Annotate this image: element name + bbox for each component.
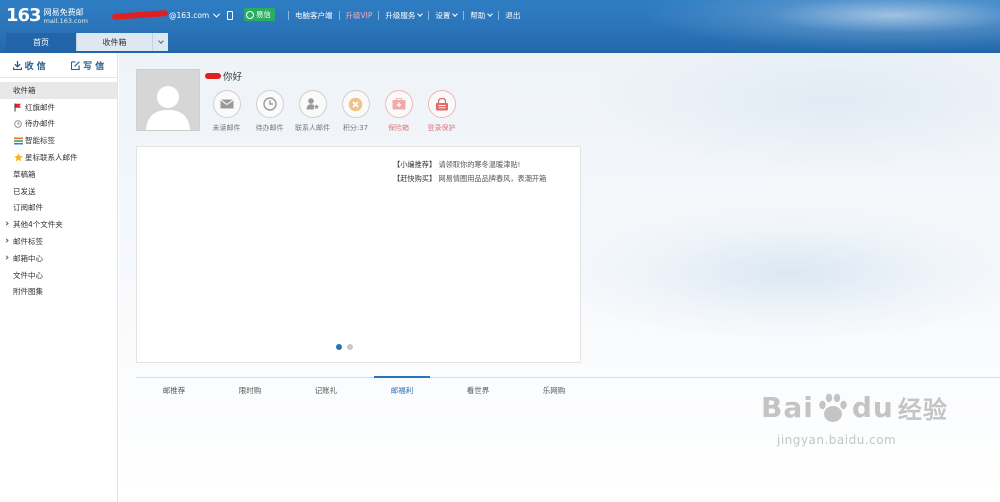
nav-divider [378,10,380,20]
phone-icon[interactable] [227,10,234,20]
bottom-tab-see-world[interactable]: 看世界 [440,378,516,401]
nav-desktop-client[interactable]: 电脑客户端 [295,10,333,21]
folder-sent[interactable]: 已发送 [0,183,117,200]
folder-other-folders[interactable]: 其他4个文件夹 [0,216,117,233]
nav-divider [288,10,289,20]
folder-mailbox-center[interactable]: 邮箱中心 [0,250,117,267]
account-menu[interactable]: @163.com [111,9,234,21]
write-label: 写 信 [83,61,105,72]
promo-panel[interactable]: 【小编推荐】 请领取你的寒冬温暖津贴! 【赶快购买】 网易情圈用品品牌春风，表潮… [136,146,581,363]
carousel-dot-1[interactable] [336,344,342,350]
tab-inbox[interactable]: 收件箱 [76,33,152,51]
bottom-tab-shopping[interactable]: 乐网购 [516,378,592,401]
bottom-tab-mail-benefits[interactable]: 邮福利 [364,376,440,401]
envelope-icon [219,99,234,109]
edit-icon [71,60,80,70]
red-flag-icon [13,102,23,112]
write-button[interactable]: 写 信 [59,59,118,72]
receive-label: 收 信 [24,61,46,72]
chevron-down-icon [213,10,221,18]
quick-unread-mail[interactable]: 未读邮件 [205,90,248,133]
redacted-username [205,73,221,79]
logo-domain: mail.163.com [43,17,88,25]
nav-logout[interactable]: 退出 [505,10,520,21]
tab-dropdown-button[interactable] [152,33,168,51]
nav-help[interactable]: 帮助 [470,10,492,21]
folder-mail-tags[interactable]: 邮件标签 [0,233,117,250]
quick-actions: 未读邮件 待办邮件 联系人邮件 积分:37 保险箱 登录保护 [205,90,463,133]
quick-safe-box[interactable]: 保险箱 [377,90,420,133]
background-cloud [540,203,1000,343]
download-icon [12,60,22,70]
promo-text: 【小编推荐】 请领取你的寒冬温暖津贴! 【赶快购买】 网易情圈用品品牌春风，表潮… [393,158,546,186]
expand-arrow-icon[interactable] [4,255,9,260]
sidebar: 收 信 写 信 收件箱 红旗邮件 待办邮件 智能标签 星标联系人邮件 草稿箱 已… [0,53,118,502]
clock-icon [262,97,277,111]
paw-icon [819,393,847,422]
chevron-down-icon [157,38,164,44]
folder-red-flag[interactable]: 红旗邮件 [0,99,117,116]
receive-button[interactable]: 收 信 [0,59,59,72]
nav-upgrade-service[interactable]: 升级服务 [385,10,422,21]
top-nav: 电脑客户端 升级VIP 升级服务 设置 帮助 退出 [282,9,520,21]
watermark-brand-right: du [851,391,894,424]
greeting-text: 你好 [223,72,243,83]
yixin-icon [246,10,254,19]
bottom-tab-flash-sale[interactable]: 限时购 [212,378,288,401]
expand-arrow-icon[interactable] [4,238,9,243]
folder-file-center[interactable]: 文件中心 [0,267,117,284]
nav-divider [428,10,430,20]
watermark-brand-left: Bai [761,391,814,424]
quick-login-protection[interactable]: 登录保护 [420,90,463,133]
redacted-username [111,10,169,20]
tag-stripes-icon [13,136,23,146]
watermark-brand-cn: 经验 [897,396,948,424]
user-silhouette-icon [146,86,190,130]
avatar[interactable] [136,69,200,131]
expand-arrow-icon[interactable] [4,221,9,226]
account-suffix: @163.com [169,10,210,20]
folder-drafts[interactable]: 草稿箱 [0,166,117,183]
folder-smart-tags[interactable]: 智能标签 [0,132,117,149]
yixin-button[interactable]: 易信 [244,8,275,21]
folder-list: 收件箱 红旗邮件 待办邮件 智能标签 星标联系人邮件 草稿箱 已发送 订阅邮件 … [0,82,117,300]
yixin-label: 易信 [256,10,271,19]
compose-row: 收 信 写 信 [0,53,117,78]
tab-home[interactable]: 首页 [6,33,76,51]
clock-icon [13,119,23,129]
folder-subscriptions[interactable]: 订阅邮件 [0,200,117,217]
baidu-jingyan-watermark: Bai du 经验 jingyan.baidu.com [761,390,948,447]
folder-inbox[interactable]: 收件箱 [0,82,117,99]
promo-line-buy[interactable]: 【赶快购买】 网易情圈用品品牌春风，表潮开箱 [393,172,546,186]
watermark-url: jingyan.baidu.com [777,433,897,447]
login-protect-icon [435,97,448,110]
carousel-dot-2[interactable] [347,344,353,350]
nav-divider [463,10,465,20]
logo-number: 163 [6,5,42,26]
folder-todo[interactable]: 待办邮件 [0,116,117,133]
nav-settings[interactable]: 设置 [435,10,457,21]
contact-star-icon [306,98,319,110]
star-icon [13,153,23,163]
folder-attachment-gallery[interactable]: 附件图集 [0,284,117,301]
bottom-tab-mail-recommend[interactable]: 邮推荐 [136,378,212,401]
greeting: 你好 [205,69,242,83]
logo[interactable]: 163 网易免费邮 mail.163.com [6,5,88,27]
background-cloud [580,53,1000,173]
nav-divider [338,10,340,20]
promo-line-recommend[interactable]: 【小编推荐】 请领取你的寒冬温暖津贴! [393,158,546,172]
quick-points[interactable]: 积分:37 [334,90,377,133]
bottom-tab-bookkeeping-gift[interactable]: 记账礼 [288,378,364,401]
logo-name: 网易免费邮 [43,8,84,17]
folder-starred-contacts[interactable]: 星标联系人邮件 [0,149,117,166]
points-icon [348,97,363,111]
quick-todo-mail[interactable]: 待办邮件 [248,90,291,133]
quick-contact-mail[interactable]: 联系人邮件 [291,90,334,133]
top-header: 163 网易免费邮 mail.163.com @163.com 易信 电脑客户端… [0,0,1000,51]
nav-upgrade-vip[interactable]: 升级VIP [346,10,373,21]
safe-box-icon [392,98,405,110]
carousel-dots [336,344,358,350]
nav-divider [498,10,500,20]
